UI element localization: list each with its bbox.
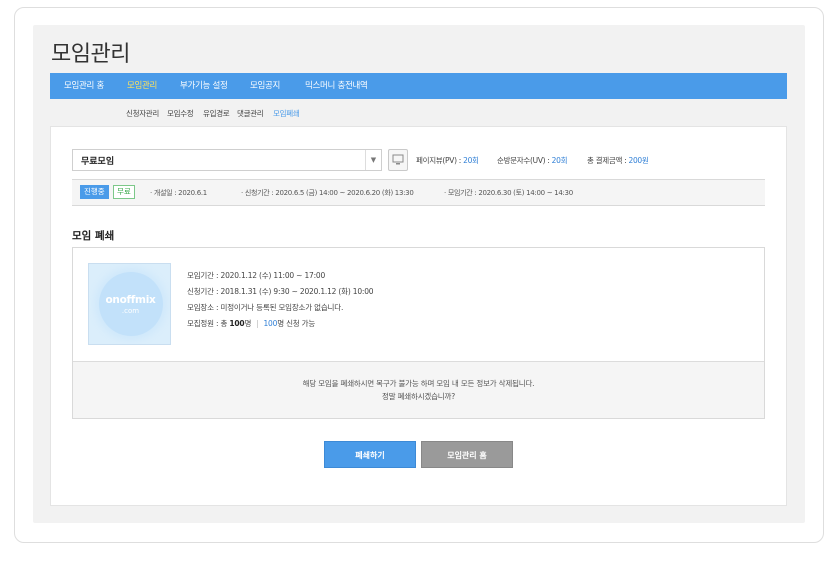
- visitor-label: 순방문자수(UV) :: [497, 156, 552, 165]
- detail-capacity: 모집정원 : 총 100명 | 100명 신청 가능: [187, 318, 315, 329]
- capacity-label: 모집정원 : 총: [187, 319, 230, 328]
- nav-item-home[interactable]: 모임관리 홈: [64, 73, 104, 99]
- nav-item-addons[interactable]: 부가기능 설정: [180, 73, 228, 99]
- nav-item-mixmoney[interactable]: 믹스머니 충전내역: [305, 73, 368, 99]
- pageview-value: 20회: [463, 156, 479, 165]
- warning-text: 해당 모임을 폐쇄하시면 복구가 불가능 하며 모임 내 모든 정보가 삭제됩니…: [302, 379, 535, 388]
- chevron-down-icon: ▼: [365, 150, 381, 170]
- subnav-item-close-event[interactable]: 모임폐쇄: [273, 108, 300, 119]
- capacity-open: 100: [263, 319, 278, 328]
- warning-area: [73, 361, 764, 418]
- thumbnail-logo: onoffmix: [105, 294, 156, 306]
- subnav-item-comments[interactable]: 댓글관리: [237, 108, 264, 119]
- capacity-unit: 명: [244, 319, 252, 328]
- event-select[interactable]: 무료모임 ▼: [72, 149, 382, 171]
- close-event-button[interactable]: 폐쇄하기: [324, 441, 416, 468]
- event-select-value: 무료모임: [81, 157, 115, 167]
- subnav-item-edit[interactable]: 모임수정: [167, 108, 194, 119]
- payment-stat: 총 결제금액 : 200원: [587, 155, 649, 166]
- price-badge: 무료: [113, 185, 135, 199]
- opened-date: · 개설일 : 2020.6.1: [150, 189, 207, 197]
- nav-item-manage[interactable]: 모임관리: [127, 73, 157, 99]
- status-badge: 진행중: [80, 185, 109, 199]
- main-nav: 모임관리 홈 모임관리 부가기능 설정 모임공지 믹스머니 충전내역: [50, 73, 787, 99]
- detail-apply-period: 신청기간 : 2018.1.31 (수) 9:30 ~ 2020.1.12 (화…: [187, 287, 374, 296]
- section-title: 모임 폐쇄: [72, 230, 115, 242]
- monitor-icon: [392, 154, 404, 165]
- subnav-item-referrer[interactable]: 유입경로: [203, 108, 230, 119]
- visitor-value: 20회: [551, 156, 568, 165]
- confirm-question: 정말 폐쇄하시겠습니까?: [382, 392, 455, 401]
- capacity-total: 100: [229, 319, 245, 328]
- event-period: · 모임기간 : 2020.6.30 (토) 14:00 ~ 14:30: [444, 189, 573, 197]
- pageview-label: 페이지뷰(PV) :: [416, 156, 464, 165]
- detail-event-period: 모임기간 : 2020.1.12 (수) 11:00 ~ 17:00: [187, 271, 326, 280]
- detail-location: 모임장소 : 미정이거나 등록된 모임장소가 없습니다.: [187, 303, 344, 312]
- visitor-stat: 순방문자수(UV) : 20회: [497, 155, 568, 166]
- preview-button[interactable]: [388, 149, 408, 171]
- nav-item-notice[interactable]: 모임공지: [250, 73, 280, 99]
- payment-value: 200원: [628, 156, 649, 165]
- thumbnail-logo-sub: .com: [121, 307, 140, 315]
- subnav-item-applicants[interactable]: 신청자관리: [126, 108, 159, 119]
- manage-home-button[interactable]: 모임관리 홈: [421, 441, 513, 468]
- pageview-stat: 페이지뷰(PV) : 20회: [416, 155, 479, 166]
- page-title: 모임관리: [51, 42, 130, 67]
- capacity-open-suffix: 명 신청 가능: [277, 319, 316, 328]
- event-thumbnail: onoffmix .com: [88, 263, 171, 345]
- apply-period: · 신청기간 : 2020.6.5 (금) 14:00 ~ 2020.6.20 …: [241, 189, 414, 197]
- capacity-separator: |: [256, 319, 259, 328]
- payment-label: 총 결제금액 :: [587, 156, 629, 165]
